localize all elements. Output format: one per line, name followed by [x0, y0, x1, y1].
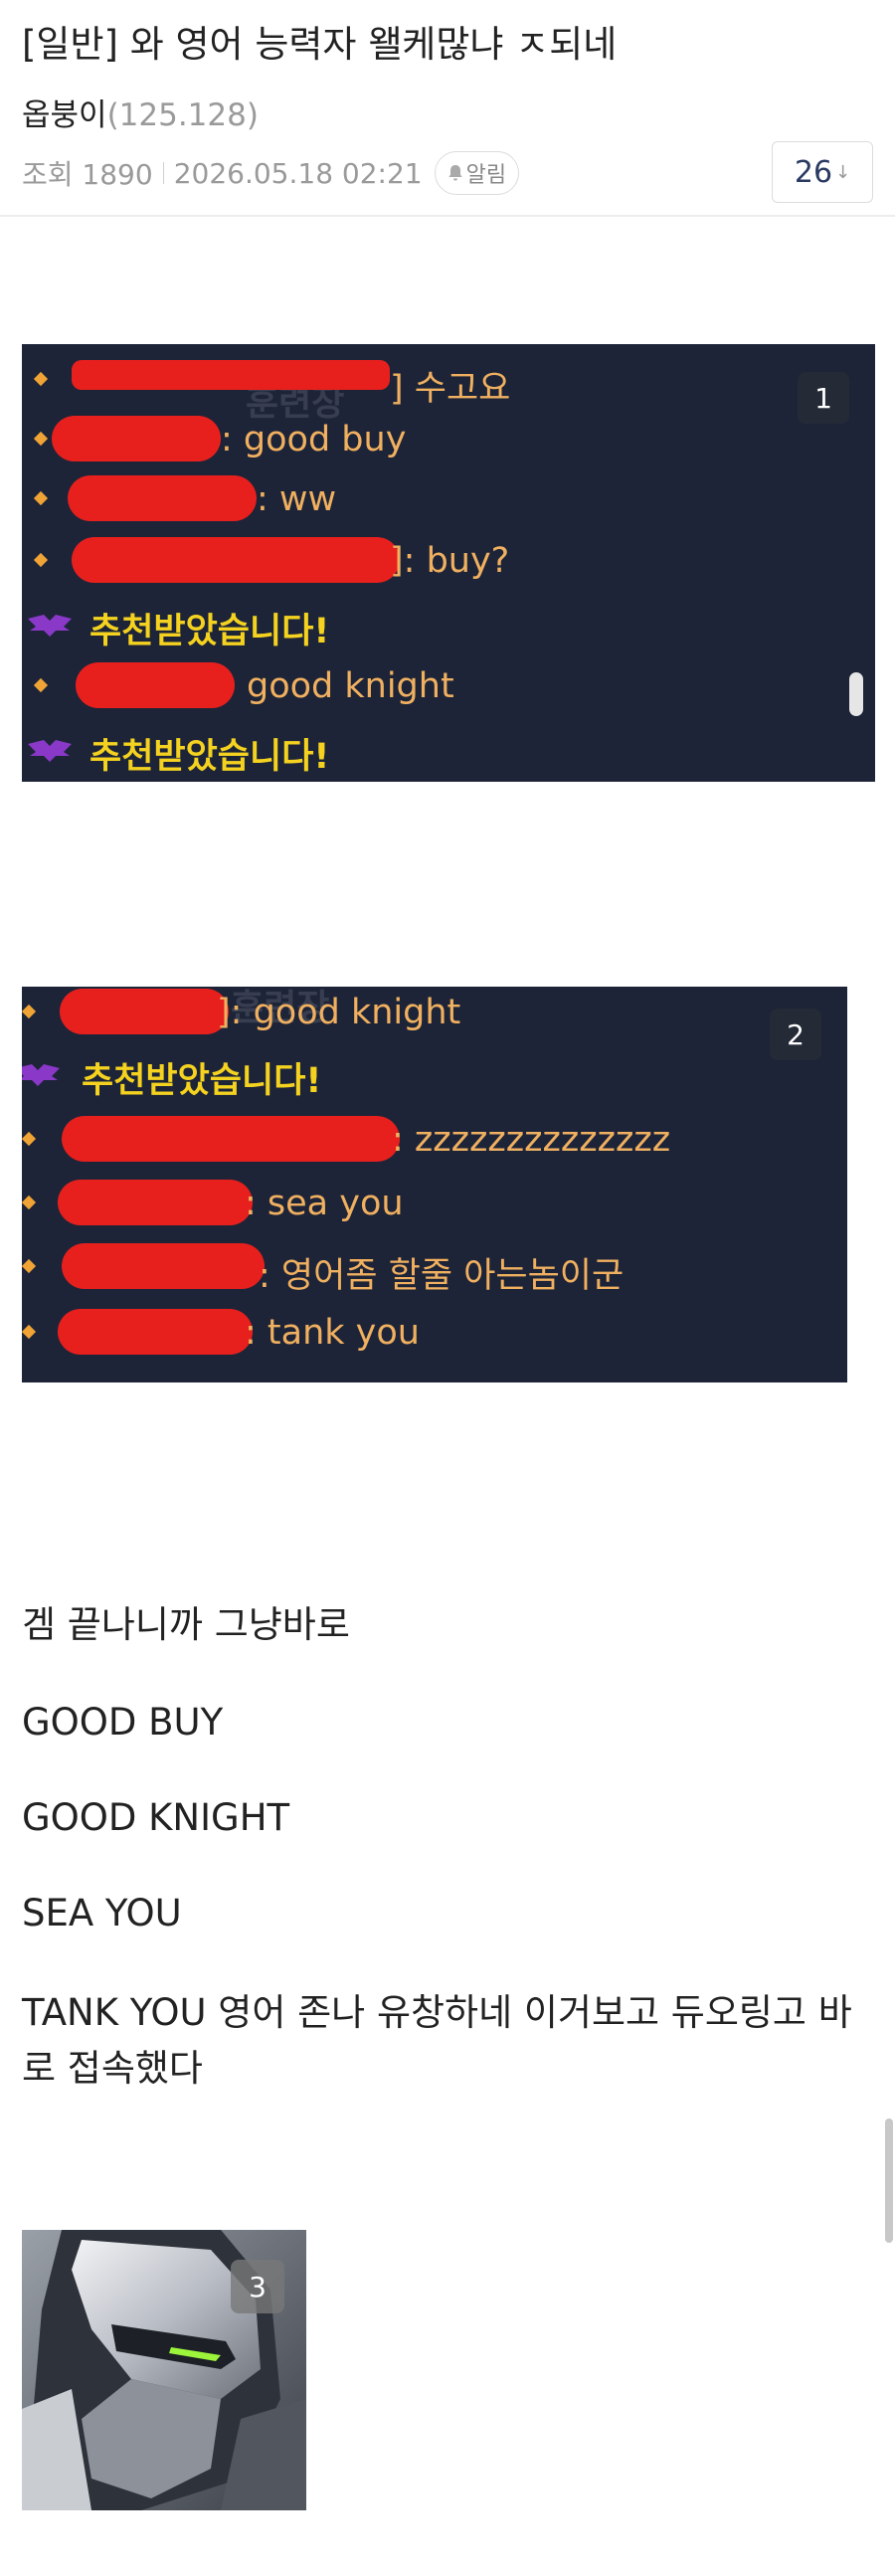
- redaction: [52, 416, 221, 461]
- redaction: [58, 1180, 253, 1225]
- system-message: 추천받았습니다!: [82, 1061, 322, 1101]
- chat-screenshot-1[interactable]: 훈련장 ] 수고요 : good buy : ww ]: buy? 추천받았습니…: [22, 344, 875, 782]
- image-index-badge: 2: [770, 1009, 821, 1060]
- chat-scrollbar[interactable]: [849, 672, 863, 716]
- chat-message: : sea you: [245, 1184, 404, 1223]
- redaction: [62, 1116, 400, 1162]
- wings-icon: [28, 615, 72, 637]
- genji-image[interactable]: 3: [22, 2230, 306, 2510]
- chat-bullet-icon: [33, 371, 49, 387]
- view-count: 조회 1890: [22, 158, 153, 191]
- chat-message: ]: good knight: [217, 993, 461, 1032]
- author-ip: (125.128): [106, 97, 259, 133]
- header-divider: [0, 215, 895, 217]
- comment-count: 26: [794, 154, 833, 190]
- bell-icon: [448, 165, 462, 181]
- meta-divider: [162, 162, 164, 184]
- chat-message: good knight: [247, 666, 454, 706]
- chat-bullet-icon: [22, 1004, 37, 1019]
- alarm-button[interactable]: 알림: [434, 151, 520, 195]
- system-message: 추천받았습니다!: [90, 737, 330, 777]
- page-scrollbar[interactable]: [885, 2118, 893, 2243]
- chat-bullet-icon: [22, 1195, 37, 1210]
- chat-message: ]: buy?: [390, 541, 510, 581]
- alarm-label: 알림: [465, 163, 507, 188]
- chat-message: : tank you: [245, 1313, 420, 1353]
- author-name[interactable]: 옵붕이: [22, 97, 107, 133]
- system-message: 추천받았습니다!: [90, 612, 330, 651]
- redaction: [76, 662, 235, 708]
- wings-icon: [22, 1064, 60, 1086]
- chat-bullet-icon: [22, 1258, 37, 1274]
- chat-message: : ww: [257, 479, 337, 519]
- redaction: [68, 475, 257, 521]
- body-paragraph: TANK YOU 영어 존나 유창하네 이거보고 듀오링고 바로 접속했다: [22, 1991, 852, 2090]
- chat-message: : zzzzzzzzzzzzzz: [392, 1120, 671, 1160]
- comment-count-button[interactable]: 26 ↓: [772, 141, 873, 203]
- chat-message: : 영어좀 할줄 아는놈이군: [259, 1256, 625, 1296]
- body-paragraph: SEA YOU: [22, 1892, 182, 1934]
- chat-bullet-icon: [33, 552, 49, 568]
- redaction: [58, 1309, 253, 1355]
- redaction: [72, 537, 400, 583]
- arrow-down-icon: ↓: [835, 161, 851, 183]
- chat-bullet-icon: [33, 677, 49, 693]
- wings-icon: [28, 740, 72, 762]
- chat-bullet-icon: [33, 431, 49, 447]
- chat-bullet-icon: [33, 490, 49, 506]
- image-index-badge: 1: [798, 372, 849, 424]
- image-index-badge: 3: [231, 2260, 284, 2313]
- post-date: 2026.05.18 02:21: [173, 156, 423, 190]
- redaction: [62, 1243, 265, 1289]
- body-paragraph: GOOD KNIGHT: [22, 1796, 290, 1839]
- chat-bullet-icon: [22, 1324, 37, 1340]
- chat-message: ] 수고요: [390, 369, 511, 409]
- chat-screenshot-2[interactable]: 훈련장 ]: good knight 추천받았습니다! : zzzzzzzzzz…: [22, 987, 847, 1382]
- post-title: [일반] 와 영어 능력자 왤케많냐 ㅈ되네: [22, 23, 618, 66]
- body-paragraph: GOOD BUY: [22, 1701, 224, 1744]
- post-meta: 조회 1890 2026.05.18 02:21 알림: [22, 151, 520, 195]
- redaction: [60, 989, 229, 1034]
- author-row: 옵붕이(125.128): [22, 90, 259, 134]
- body-paragraph: 겜 끝나니까 그냥바로: [22, 1603, 350, 1646]
- chat-message: : good buy: [221, 420, 407, 460]
- chat-bullet-icon: [22, 1131, 37, 1147]
- redaction: [72, 360, 390, 390]
